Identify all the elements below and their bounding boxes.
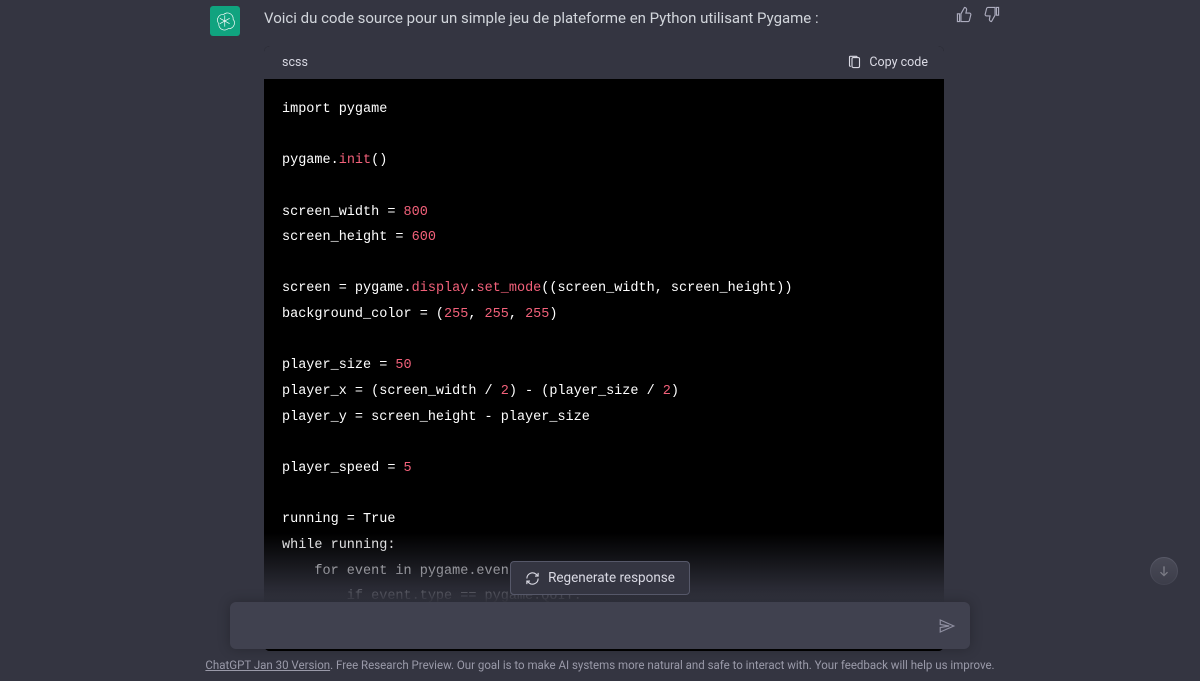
assistant-avatar [210,6,240,36]
assistant-message: Voici du code source pour un simple jeu … [210,0,990,651]
assistant-message-text: Voici du code source pour un simple jeu … [264,6,960,30]
regenerate-label: Regenerate response [548,570,675,586]
code-block-header: scss Copy code [264,46,944,79]
send-icon [938,617,956,635]
message-input[interactable] [246,618,922,635]
openai-logo-icon [215,11,235,31]
thumbs-down-button[interactable] [983,6,1000,23]
clipboard-icon [847,55,862,70]
refresh-icon [525,571,540,586]
thumbs-up-button[interactable] [956,6,973,23]
thumbs-down-icon [983,6,1000,23]
footer-text: . Free Research Preview. Our goal is to … [330,658,994,672]
copy-code-button[interactable]: Copy code [847,55,928,70]
copy-code-label: Copy code [869,55,928,70]
code-language-label: scss [282,55,308,70]
feedback-buttons [956,6,1000,23]
message-composer[interactable] [230,602,970,649]
version-link[interactable]: ChatGPT Jan 30 Version [205,658,330,672]
footer-disclaimer: ChatGPT Jan 30 Version. Free Research Pr… [0,658,1200,672]
send-button[interactable] [938,617,956,635]
thumbs-up-icon [956,6,973,23]
regenerate-button[interactable]: Regenerate response [510,561,690,595]
